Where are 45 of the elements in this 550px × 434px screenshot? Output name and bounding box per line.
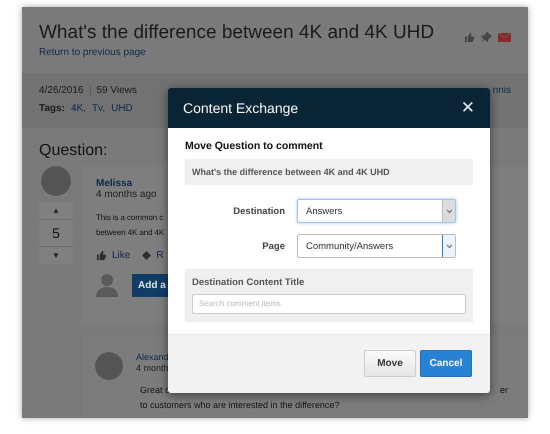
tag-link[interactable]: Tv,: [92, 103, 106, 114]
tag-link[interactable]: UHD: [111, 103, 133, 114]
thumbs-up-icon: [464, 32, 475, 42]
avatar-placeholder: [41, 166, 71, 196]
author-name[interactable]: Alexand: [136, 352, 169, 363]
dialog-title: Content Exchange: [183, 100, 298, 116]
like-link[interactable]: Like: [112, 250, 130, 261]
post-date: 4/26/2016: [39, 85, 84, 96]
field-label: Destination Content Title: [192, 277, 306, 288]
comment-text: to customers who are interested in the difference?: [140, 400, 340, 410]
pin-icon[interactable]: [481, 32, 492, 42]
tag-link[interactable]: 4K,: [70, 103, 86, 114]
comment-text: er: [500, 385, 508, 396]
move-button[interactable]: Move: [364, 350, 416, 377]
reply-link[interactable]: R: [156, 250, 164, 261]
upvote-arrow[interactable]: ▲: [52, 202, 60, 219]
post-time: 4 months ago: [96, 189, 157, 200]
tags-label: Tags:: [39, 103, 65, 114]
select-field[interactable]: Community/Answers: [297, 234, 456, 258]
view-count: 59 Views: [96, 85, 137, 96]
post-time: 4 month: [136, 363, 169, 374]
user-silhouette-icon: [96, 273, 118, 297]
dialog-heading: Move Question to comment: [185, 140, 324, 152]
question-text: This is a common c: [96, 212, 164, 224]
diamond-icon: [142, 251, 152, 260]
author-link[interactable]: nnis: [492, 85, 511, 128]
field-label: Page: [261, 240, 285, 252]
caret-icon: [446, 244, 452, 248]
select-field[interactable]: Answers: [297, 199, 456, 223]
avatar-placeholder: [95, 352, 123, 380]
section-heading: Question:: [39, 142, 108, 160]
thumbs-up-icon: [96, 250, 107, 261]
author-name[interactable]: Melissa: [96, 178, 132, 189]
field-label: Destination: [232, 206, 285, 216]
vote-count: 5: [39, 219, 73, 247]
question-text: between 4K and 4K: [96, 227, 164, 239]
question-title: What's the difference between 4K and 4K UHD: [185, 159, 473, 185]
cancel-button[interactable]: Cancel: [420, 350, 472, 377]
search-field[interactable]: Search comment items: [192, 294, 466, 314]
page-title: What's the difference between 4K and 4K UHD: [39, 22, 434, 44]
caret-icon: [446, 208, 452, 214]
downvote-arrow[interactable]: ▼: [52, 247, 60, 264]
close-button[interactable]: ✕: [460, 98, 475, 118]
back-link[interactable]: Return to previous page: [39, 47, 434, 58]
mail-icon[interactable]: [498, 32, 511, 42]
